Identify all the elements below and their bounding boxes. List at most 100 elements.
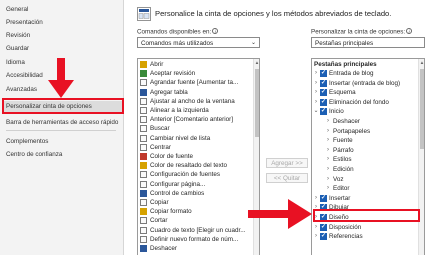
nav-item-3[interactable]: Guardar	[6, 43, 29, 54]
tree-item-label: Deshacer	[333, 118, 360, 125]
tree-item[interactable]: › Párrafo	[312, 146, 420, 155]
tree-item[interactable]: ⌄ ✓ Inicio	[312, 107, 420, 116]
customize-ribbon-combo[interactable]: Pestañas principales	[311, 37, 425, 48]
tree-item[interactable]: › ✓ Insertar (entrada de blog)	[312, 79, 420, 88]
chevron-down-icon: ⌄	[250, 40, 256, 46]
nav-item-0[interactable]: General	[6, 4, 28, 15]
scroll-up-icon[interactable]: ▲	[254, 60, 259, 65]
nav-item-2[interactable]: Revisión	[6, 30, 30, 41]
expand-icon[interactable]: ›	[325, 184, 331, 193]
tree-item[interactable]: › ✓ Entrada de blog	[312, 69, 420, 78]
expand-icon[interactable]: ›	[325, 117, 331, 126]
commands-combo-value: Comandos más utilizados	[141, 39, 214, 47]
text-box-icon	[140, 226, 147, 234]
grow-font-icon	[140, 79, 147, 87]
align-center-icon	[140, 143, 147, 151]
checkbox-checked-icon[interactable]: ✓	[320, 233, 327, 241]
command-label: Copiar formato	[150, 208, 192, 216]
tree-header: Pestañas principales	[314, 61, 377, 68]
command-label: Agrandar fuente [Aumentar ta...	[150, 79, 239, 87]
nav-divider	[6, 130, 116, 131]
tree-item-label: Editor	[333, 185, 350, 193]
nav-item-1[interactable]: Presentación	[6, 17, 43, 28]
expand-icon[interactable]: ›	[325, 146, 331, 155]
tree-item[interactable]: › Edición	[312, 165, 420, 174]
checkbox-checked-icon[interactable]: ✓	[320, 108, 327, 116]
page-title: Personalice la cinta de opciones y los m…	[155, 9, 392, 18]
cut-icon	[140, 217, 147, 225]
tree-item[interactable]: › Fuente	[312, 136, 420, 145]
expand-icon[interactable]: ›	[325, 175, 331, 184]
scroll-up-icon[interactable]: ▲	[419, 60, 424, 65]
commands-available-combo[interactable]: Comandos más utilizados ⌄	[137, 37, 260, 48]
command-label: Alinear a la izquierda	[150, 107, 209, 114]
collapse-icon[interactable]: ⌄	[313, 107, 319, 116]
tree-item-label: Estilos	[333, 156, 352, 164]
tree-item[interactable]: › ✓ Esquema	[312, 88, 420, 97]
nav-item-5[interactable]: Accesibilidad	[6, 70, 43, 81]
ribbon-combo-value: Pestañas principales	[315, 39, 374, 47]
nav-highlight-box	[2, 98, 124, 114]
checkbox-checked-icon[interactable]: ✓	[320, 79, 327, 87]
undo-icon	[140, 245, 147, 252]
track-changes-icon	[140, 189, 147, 197]
tabs-scrollbar[interactable]: ▲	[418, 59, 424, 255]
list-level-icon	[140, 134, 147, 142]
tree-item-label: Eliminación del fondo	[329, 98, 389, 106]
scroll-thumb[interactable]	[255, 69, 259, 137]
customize-ribbon-icon	[137, 7, 151, 21]
fit-width-icon	[140, 97, 147, 105]
command-label: Definir nuevo formato de núm...	[150, 235, 239, 243]
format-painter-icon	[140, 208, 147, 216]
tree-item[interactable]: › ✓ Eliminación del fondo	[312, 98, 420, 107]
command-label: Color de fuente	[150, 153, 194, 160]
remove-button[interactable]: << Quitar	[266, 173, 308, 183]
command-label: Centrar	[150, 143, 171, 151]
command-label: Agregar tabla	[150, 88, 188, 96]
tree-item-label: Insertar (entrada de blog)	[329, 79, 401, 87]
annotation-arrow-down	[48, 58, 74, 98]
expand-icon[interactable]: ›	[325, 165, 331, 174]
nav-item-8[interactable]: Barra de herramientas de acceso rápido	[6, 117, 118, 128]
expand-icon[interactable]: ›	[313, 223, 319, 232]
expand-icon[interactable]: ›	[313, 98, 319, 107]
nav-item-10[interactable]: Centro de confianza	[6, 149, 62, 160]
ribbon-tabs-tree[interactable]: Pestañas principales › ✓ Entrada de blog › ✓…	[311, 58, 425, 255]
expand-icon[interactable]: ›	[325, 155, 331, 164]
font-color-icon	[140, 153, 147, 160]
expand-icon[interactable]: ›	[313, 79, 319, 88]
expand-icon[interactable]: ›	[313, 69, 319, 78]
checkbox-checked-icon[interactable]: ✓	[320, 98, 327, 106]
tree-item-label: Fuente	[333, 137, 353, 145]
tree-item[interactable]: › Editor	[312, 184, 420, 193]
tree-item[interactable]: › ✓ Referencias	[312, 232, 420, 241]
expand-icon[interactable]: ›	[313, 232, 319, 241]
checkbox-checked-icon[interactable]: ✓	[320, 194, 327, 202]
tree-item[interactable]: › Portapapeles	[312, 127, 420, 136]
tree-item[interactable]: › ✓ Insertar	[312, 194, 420, 203]
expand-icon[interactable]: ›	[313, 88, 319, 97]
command-label: Color de resaltado del texto	[150, 162, 228, 170]
command-label: Cuadro de texto [Elegir un cuadr...	[150, 226, 246, 234]
checkbox-checked-icon[interactable]: ✓	[320, 89, 327, 97]
tree-item-label: Párrafo	[333, 146, 354, 154]
checkbox-checked-icon[interactable]: ✓	[320, 223, 327, 231]
tree-item[interactable]: › Estilos	[312, 155, 420, 164]
nav-item-9[interactable]: Complementos	[6, 136, 48, 147]
commands-list[interactable]: Abrir Aceptar revisión Agrandar fuente [Au…	[137, 58, 260, 255]
expand-icon[interactable]: ›	[313, 194, 319, 203]
folder-open-icon	[140, 61, 147, 68]
add-button[interactable]: Agregar >>	[266, 158, 308, 168]
tree-item-label: Inicio	[329, 108, 344, 116]
command-label: Copiar	[150, 199, 169, 206]
nav-item-6[interactable]: Avanzadas	[6, 84, 37, 95]
nav-item-4[interactable]: Idioma	[6, 57, 25, 68]
expand-icon[interactable]: ›	[325, 136, 331, 145]
checkbox-checked-icon[interactable]: ✓	[320, 70, 327, 77]
tree-item[interactable]: › ✓ Disposición	[312, 223, 420, 232]
tree-item[interactable]: › Voz	[312, 175, 420, 184]
expand-icon[interactable]: ›	[325, 127, 331, 136]
scroll-thumb[interactable]	[420, 69, 424, 149]
annotation-arrow-right	[248, 199, 312, 229]
tree-item[interactable]: › Deshacer	[312, 117, 420, 126]
